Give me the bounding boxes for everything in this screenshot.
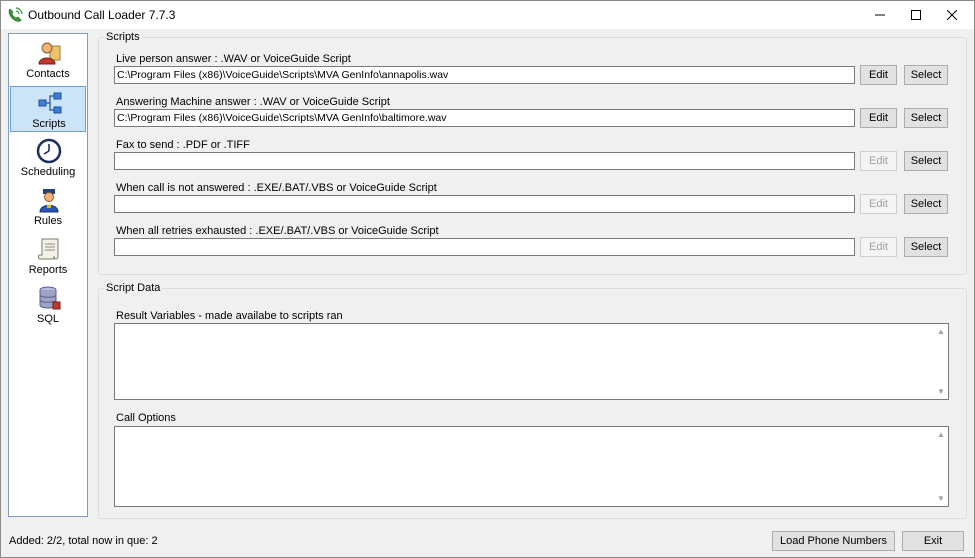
call-options-textarea[interactable]: ▲ ▼ xyxy=(114,426,949,507)
nav-item-sql[interactable]: SQL xyxy=(10,282,86,328)
answering-machine-edit-button[interactable]: Edit xyxy=(860,108,897,128)
phone-icon xyxy=(8,7,23,22)
scroll-up-icon: ▲ xyxy=(937,327,945,336)
result-variables-scrollbar[interactable]: ▲ ▼ xyxy=(934,324,948,399)
scripts-group: Scripts Live person answer : .WAV or Voi… xyxy=(98,31,967,275)
fax-select-button[interactable]: Select xyxy=(904,151,948,171)
live-person-select-button[interactable]: Select xyxy=(904,65,948,85)
answering-machine-label: Answering Machine answer : .WAV or Voice… xyxy=(116,96,390,108)
not-answered-edit-button[interactable]: Edit xyxy=(860,194,897,214)
nav-label: Rules xyxy=(33,215,63,227)
answering-machine-input[interactable]: C:\Program Files (x86)\VoiceGuide\Script… xyxy=(114,109,855,127)
group-title: Scripts xyxy=(104,31,142,43)
call-options-scrollbar[interactable]: ▲ ▼ xyxy=(934,427,948,506)
retries-exhausted-input[interactable] xyxy=(114,238,855,256)
nav-label: Reports xyxy=(28,264,68,276)
not-answered-input[interactable] xyxy=(114,195,855,213)
nav-label: Scheduling xyxy=(20,166,76,178)
answering-machine-select-button[interactable]: Select xyxy=(904,108,948,128)
scroll-down-icon: ▼ xyxy=(937,494,945,503)
fax-edit-button[interactable]: Edit xyxy=(860,151,897,171)
contacts-icon xyxy=(38,42,61,65)
close-button[interactable] xyxy=(934,1,970,29)
script-data-group: Script Data Result Variables - made avai… xyxy=(98,282,967,519)
result-variables-textarea[interactable]: ▲ ▼ xyxy=(114,323,949,400)
sql-icon xyxy=(39,286,61,310)
retries-exhausted-select-button[interactable]: Select xyxy=(904,237,948,257)
not-answered-label: When call is not answered : .EXE/.BAT/.V… xyxy=(116,182,437,194)
fax-label: Fax to send : .PDF or .TIFF xyxy=(116,139,250,151)
group-title: Script Data xyxy=(104,282,163,294)
window-title: Outbound Call Loader 7.7.3 xyxy=(28,8,176,22)
live-person-edit-button[interactable]: Edit xyxy=(860,65,897,85)
nav-item-scheduling[interactable]: Scheduling xyxy=(10,135,86,181)
rules-icon xyxy=(39,189,59,213)
maximize-icon xyxy=(911,10,921,20)
scroll-down-icon: ▼ xyxy=(937,387,945,396)
title-bar: Outbound Call Loader 7.7.3 xyxy=(1,1,974,29)
retries-exhausted-label: When all retries exhausted : .EXE/.BAT/.… xyxy=(116,225,439,237)
nav-item-contacts[interactable]: Contacts xyxy=(10,37,86,83)
exit-button[interactable]: Exit xyxy=(902,531,964,551)
nav-label: Scripts xyxy=(32,118,66,130)
scripts-icon xyxy=(38,92,62,114)
main-window: Outbound Call Loader 7.7.3 Contacts Scri… xyxy=(0,0,975,558)
not-answered-select-button[interactable]: Select xyxy=(904,194,948,214)
live-person-label: Live person answer : .WAV or VoiceGuide … xyxy=(116,53,351,65)
live-person-input[interactable]: C:\Program Files (x86)\VoiceGuide\Script… xyxy=(114,66,855,84)
nav-item-rules[interactable]: Rules xyxy=(10,184,86,230)
minimize-icon xyxy=(875,14,885,16)
retries-exhausted-edit-button[interactable]: Edit xyxy=(860,237,897,257)
minimize-button[interactable] xyxy=(862,1,898,29)
call-options-label: Call Options xyxy=(116,412,176,424)
scroll-up-icon: ▲ xyxy=(937,430,945,439)
navigation-panel: Contacts Scripts Scheduling Rules Report… xyxy=(8,33,88,517)
load-phone-numbers-button[interactable]: Load Phone Numbers xyxy=(772,531,895,551)
close-icon xyxy=(947,10,957,20)
nav-item-reports[interactable]: Reports xyxy=(10,233,86,279)
nav-label: Contacts xyxy=(26,68,70,80)
reports-icon xyxy=(38,238,59,260)
maximize-button[interactable] xyxy=(898,1,934,29)
scheduling-icon xyxy=(36,138,62,164)
fax-input[interactable] xyxy=(114,152,855,170)
result-variables-label: Result Variables - made availabe to scri… xyxy=(116,310,343,322)
nav-item-scripts[interactable]: Scripts xyxy=(10,86,86,132)
nav-label: SQL xyxy=(36,313,59,325)
status-text: Added: 2/2, total now in que: 2 xyxy=(9,535,158,547)
